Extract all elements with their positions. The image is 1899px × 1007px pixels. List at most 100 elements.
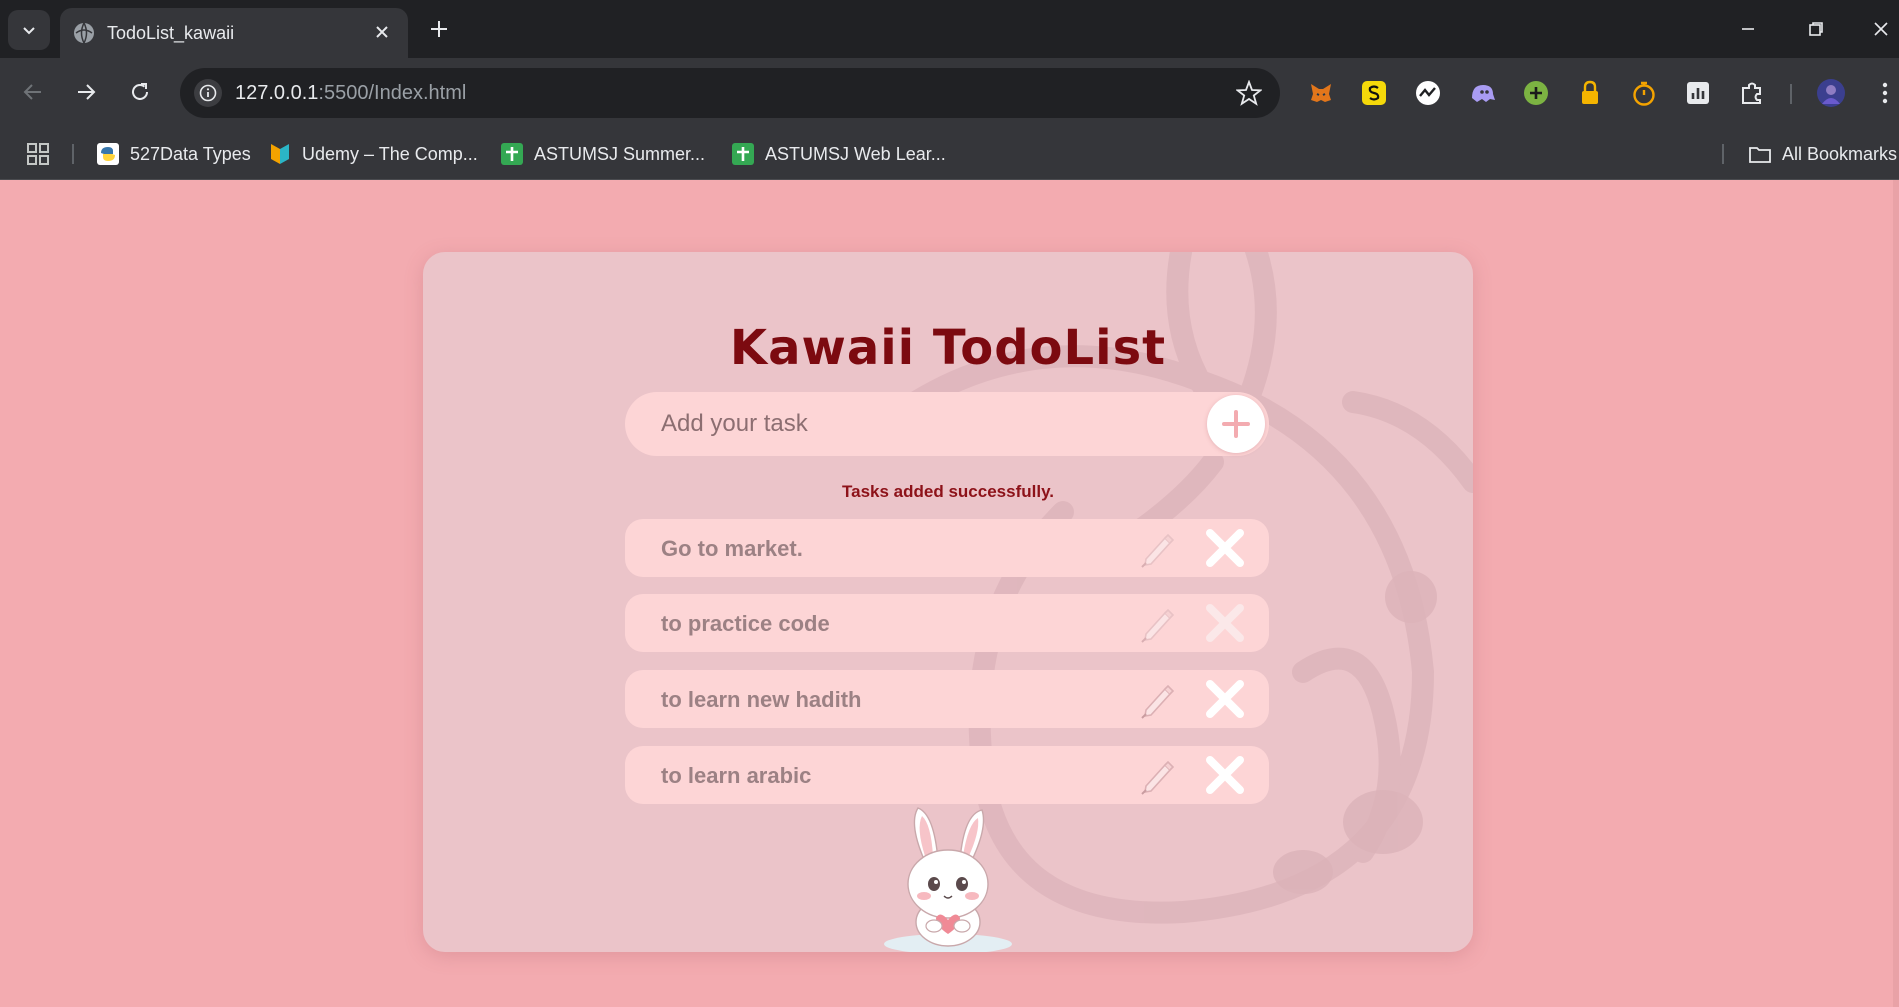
- arrow-left-icon: [23, 84, 41, 100]
- browser-menu-button[interactable]: [1870, 77, 1899, 109]
- close-icon: [1873, 22, 1888, 36]
- edit-task-button[interactable]: [1137, 754, 1179, 796]
- reload-icon: [132, 83, 148, 100]
- ghost-icon: [1472, 85, 1495, 102]
- new-tab-button[interactable]: [424, 14, 454, 44]
- edit-task-button[interactable]: [1137, 602, 1179, 644]
- site-info-button[interactable]: [194, 79, 222, 107]
- extensions-button[interactable]: [1736, 77, 1768, 109]
- pencil-icon: [1141, 608, 1175, 643]
- ghost-extension-icon[interactable]: [1466, 77, 1498, 109]
- url-host: 127.0.0.1: [235, 82, 319, 104]
- trend-icon: [1416, 81, 1440, 105]
- page-viewport: Kawaii TodoList Tasks added successfully…: [0, 180, 1899, 1007]
- python-icon: [97, 143, 119, 165]
- task-item: to learn new hadith: [625, 670, 1269, 728]
- minimize-button[interactable]: [1726, 12, 1770, 46]
- plus-icon: [1222, 410, 1250, 438]
- tab-search-button[interactable]: [8, 10, 50, 50]
- edit-task-button[interactable]: [1137, 678, 1179, 720]
- apps-grid-icon: [27, 143, 49, 165]
- delete-task-button[interactable]: [1203, 677, 1247, 721]
- close-window-button[interactable]: [1862, 12, 1899, 46]
- folder-icon: [1749, 147, 1771, 163]
- graph-extension-icon[interactable]: [1412, 77, 1444, 109]
- task-text[interactable]: Go to market.: [661, 536, 803, 562]
- browser-toolbar: 127.0.0.1:5500/Index.html: [0, 58, 1899, 128]
- task-text[interactable]: to learn new hadith: [661, 687, 861, 713]
- url-text: 127.0.0.1:5500/Index.html: [235, 82, 466, 105]
- bar-chart-icon: [1687, 82, 1709, 104]
- app-title: Kawaii TodoList: [729, 320, 1167, 376]
- stats-extension-icon[interactable]: [1682, 77, 1714, 109]
- tab-close-button[interactable]: [370, 20, 394, 44]
- url-path: :5500/Index.html: [318, 82, 467, 104]
- metamask-extension-icon[interactable]: [1305, 77, 1337, 109]
- close-icon: [1206, 529, 1244, 567]
- delete-task-button[interactable]: [1203, 753, 1247, 797]
- close-icon: [1206, 604, 1244, 642]
- task-input[interactable]: [661, 406, 1161, 442]
- todo-card: Kawaii TodoList Tasks added successfully…: [423, 252, 1473, 952]
- all-bookmarks-label: All Bookmarks: [1782, 143, 1898, 164]
- stopwatch-icon: [1633, 81, 1655, 106]
- globe-icon: [74, 22, 94, 44]
- fox-icon: [1311, 84, 1331, 102]
- delete-task-button[interactable]: [1203, 526, 1247, 570]
- task-item: to learn arabic: [625, 746, 1269, 804]
- bookmark-label: 527Data Types: [130, 143, 251, 164]
- address-bar[interactable]: 127.0.0.1:5500/Index.html: [180, 68, 1280, 118]
- bookmarks-divider: [72, 144, 74, 164]
- lock-icon: [1582, 80, 1598, 104]
- bookmark-item-3[interactable]: ASTUMSJ Web Lear...: [731, 140, 946, 168]
- close-icon: [376, 26, 388, 38]
- task-item: Go to market.: [625, 519, 1269, 577]
- task-item: to practice code: [625, 594, 1269, 652]
- apps-button[interactable]: [26, 140, 50, 168]
- bookmarks-bar: 527Data Types Udemy – The Comp... ASTUMS…: [0, 128, 1899, 180]
- close-icon: [1206, 680, 1244, 718]
- bookmark-label: ASTUMSJ Web Lear...: [765, 143, 946, 164]
- delete-task-button[interactable]: [1203, 601, 1247, 645]
- status-message: Tasks added successfully.: [842, 482, 1054, 501]
- bookmark-item-0[interactable]: 527Data Types: [96, 140, 251, 168]
- forward-button[interactable]: [68, 74, 104, 110]
- add-task-button[interactable]: [1207, 395, 1265, 453]
- pencil-icon: [1141, 684, 1175, 719]
- chevron-down-icon: [23, 27, 35, 35]
- toolbar-divider: [1790, 84, 1792, 104]
- browser-tab[interactable]: TodoList_kawaii: [60, 8, 408, 58]
- bookmark-star-icon[interactable]: [1236, 80, 1262, 106]
- bookmark-item-1[interactable]: Udemy – The Comp...: [268, 140, 478, 168]
- plus-circle-icon: [1524, 81, 1548, 105]
- udemy-icon: [271, 144, 289, 164]
- bookmark-label: Udemy – The Comp...: [302, 143, 478, 164]
- restore-icon: [1809, 22, 1823, 36]
- task-text[interactable]: to practice code: [661, 611, 830, 637]
- all-bookmarks-button[interactable]: All Bookmarks: [1748, 140, 1897, 168]
- avatar-icon: [1817, 79, 1845, 107]
- page-scrollbar[interactable]: [1893, 180, 1899, 1007]
- puzzle-icon: [1742, 82, 1761, 104]
- back-button[interactable]: [15, 74, 51, 110]
- task-input-row: [625, 392, 1269, 456]
- task-text[interactable]: to learn arabic: [661, 763, 811, 789]
- edit-task-button[interactable]: [1137, 527, 1179, 569]
- bookmarks-divider: [1722, 144, 1724, 164]
- add-extension-icon[interactable]: [1520, 77, 1552, 109]
- restore-button[interactable]: [1794, 12, 1838, 46]
- bookmark-item-2[interactable]: ASTUMSJ Summer...: [500, 140, 705, 168]
- reload-button[interactable]: [122, 74, 158, 110]
- timer-extension-icon[interactable]: [1628, 77, 1660, 109]
- info-icon: [199, 84, 217, 102]
- lock-extension-icon[interactable]: [1574, 77, 1606, 109]
- browser-tabstrip: TodoList_kawaii: [0, 0, 1899, 58]
- minimize-icon: [1742, 28, 1754, 30]
- more-vert-icon: [1882, 82, 1887, 104]
- arrow-right-icon: [78, 84, 96, 100]
- sheets-icon: [732, 143, 754, 165]
- pencil-icon: [1141, 760, 1175, 795]
- profile-avatar[interactable]: [1815, 77, 1847, 109]
- sheets-icon: [501, 143, 523, 165]
- scribe-extension-icon[interactable]: [1358, 77, 1390, 109]
